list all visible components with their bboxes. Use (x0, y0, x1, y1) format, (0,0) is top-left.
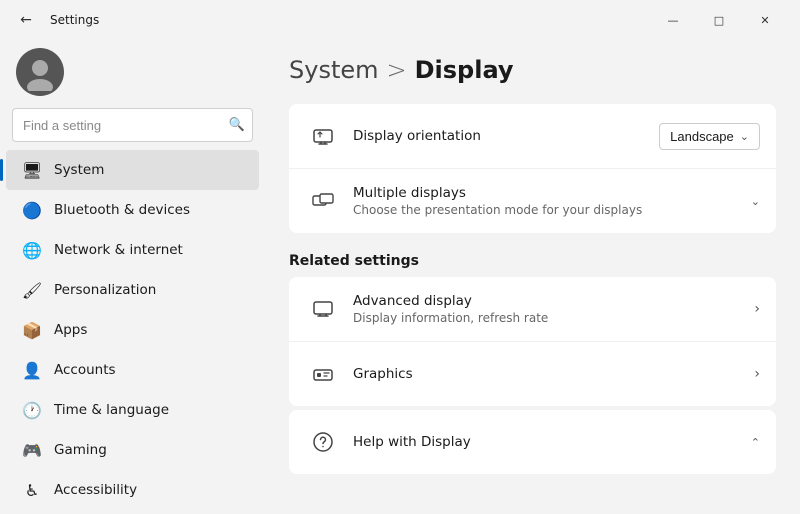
time-icon: 🕐 (22, 400, 42, 420)
chevron-down-icon: ⌄ (740, 130, 749, 143)
display-orientation-icon (305, 118, 341, 154)
chevron-right-icon: › (754, 301, 760, 317)
row-title: Help with Display (353, 434, 751, 450)
back-button[interactable]: ← (12, 6, 40, 34)
dropdown-value: Landscape (670, 129, 734, 144)
related-cards-container: Advanced display Display information, re… (289, 277, 776, 474)
graphics-icon (305, 356, 341, 392)
breadcrumb: System > Display (289, 56, 776, 84)
sidebar-item-label: System (54, 162, 104, 178)
avatar[interactable] (16, 48, 64, 96)
row-control: › (754, 301, 760, 317)
sidebar-item-label: Accounts (54, 362, 116, 378)
titlebar-title: Settings (50, 13, 99, 27)
sidebar-item-personalization[interactable]: 🖌 Personalization (6, 270, 259, 310)
apps-icon: 📦 (22, 320, 42, 340)
content-area: System > Display Display orientation Lan… (265, 36, 800, 514)
row-subtitle: Choose the presentation mode for your di… (353, 203, 751, 217)
row-title: Graphics (353, 366, 754, 382)
sidebar-item-label: Bluetooth & devices (54, 202, 190, 218)
row-subtitle: Display information, refresh rate (353, 311, 754, 325)
row-title: Advanced display (353, 293, 754, 309)
sidebar-item-label: Apps (54, 322, 87, 338)
search-input[interactable] (12, 108, 253, 142)
display-settings-card: Display orientation Landscape ⌄ Multiple… (289, 104, 776, 233)
row-title: Display orientation (353, 128, 659, 144)
row-title: Multiple displays (353, 185, 751, 201)
system-icon: 🖥 (22, 160, 42, 180)
card-row-advanced-display[interactable]: Advanced display Display information, re… (289, 277, 776, 342)
settings-card: Help with Display ⌃ (289, 410, 776, 474)
page-header: System > Display (289, 56, 776, 84)
nav-list: 🖥 System 🔵 Bluetooth & devices 🌐 Network… (0, 150, 265, 506)
sidebar-item-accessibility[interactable]: ♿ Accessibility (6, 470, 259, 506)
accessibility-icon: ♿ (22, 480, 42, 500)
sidebar-item-label: Network & internet (54, 242, 183, 258)
breadcrumb-current: Display (415, 56, 514, 84)
settings-card: Advanced display Display information, re… (289, 277, 776, 406)
row-control: ⌃ (751, 436, 760, 449)
card-row-multiple-displays[interactable]: Multiple displays Choose the presentatio… (289, 169, 776, 233)
search-box: 🔍 (12, 108, 253, 142)
personalization-icon: 🖌 (22, 280, 42, 300)
help-with-display-icon (305, 424, 341, 460)
sidebar-item-accounts[interactable]: 👤 Accounts (6, 350, 259, 390)
multiple-displays-icon (305, 183, 341, 219)
orientation-dropdown[interactable]: Landscape ⌄ (659, 123, 760, 150)
sidebar-item-time[interactable]: 🕐 Time & language (6, 390, 259, 430)
sidebar-item-label: Accessibility (54, 482, 137, 498)
row-control: Landscape ⌄ (659, 123, 760, 150)
card-row-help-with-display[interactable]: Help with Display ⌃ (289, 410, 776, 474)
sidebar-item-label: Time & language (54, 402, 169, 418)
sidebar-item-label: Gaming (54, 442, 107, 458)
sidebar-item-label: Personalization (54, 282, 156, 298)
bluetooth-icon: 🔵 (22, 200, 42, 220)
breadcrumb-parent: System (289, 56, 379, 84)
sidebar-item-network[interactable]: 🌐 Network & internet (6, 230, 259, 270)
card-row-display-orientation[interactable]: Display orientation Landscape ⌄ (289, 104, 776, 169)
row-control: › (754, 366, 760, 382)
chevron-right-icon: › (754, 366, 760, 382)
related-settings-label: Related settings (289, 237, 776, 277)
minimize-button[interactable]: — (650, 6, 696, 34)
app-body: 🔍 🖥 System 🔵 Bluetooth & devices 🌐 Netwo… (0, 36, 800, 514)
sidebar-item-bluetooth[interactable]: 🔵 Bluetooth & devices (6, 190, 259, 230)
sidebar-avatar (0, 36, 265, 108)
sidebar: 🔍 🖥 System 🔵 Bluetooth & devices 🌐 Netwo… (0, 36, 265, 514)
maximize-button[interactable]: □ (696, 6, 742, 34)
gaming-icon: 🎮 (22, 440, 42, 460)
chevron-up-icon: ⌃ (751, 436, 760, 449)
sidebar-item-system[interactable]: 🖥 System (6, 150, 259, 190)
sidebar-item-apps[interactable]: 📦 Apps (6, 310, 259, 350)
chevron-down-icon: ⌄ (751, 195, 760, 208)
sidebar-item-gaming[interactable]: 🎮 Gaming (6, 430, 259, 470)
titlebar: ← Settings — □ ✕ (0, 0, 800, 36)
titlebar-controls: — □ ✕ (650, 6, 788, 34)
search-icon[interactable]: 🔍 (229, 118, 245, 133)
titlebar-left: ← Settings (12, 6, 99, 34)
network-icon: 🌐 (22, 240, 42, 260)
breadcrumb-separator: > (387, 56, 407, 84)
row-control: ⌄ (751, 195, 760, 208)
close-button[interactable]: ✕ (742, 6, 788, 34)
card-row-graphics[interactable]: Graphics › (289, 342, 776, 406)
accounts-icon: 👤 (22, 360, 42, 380)
advanced-display-icon (305, 291, 341, 327)
